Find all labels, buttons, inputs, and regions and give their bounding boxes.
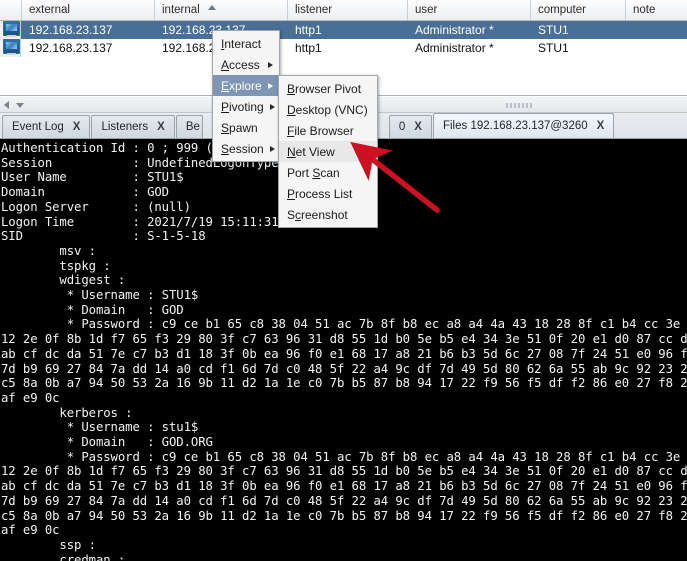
- cell-user: Administrator *: [415, 23, 494, 37]
- explore-submenu[interactable]: Browser Pivot Desktop (VNC) File Browser…: [278, 75, 378, 228]
- sort-ascending-icon: [207, 5, 216, 10]
- menu-item-file-browser[interactable]: File Browser: [279, 120, 377, 141]
- menu-item-browser-pivot[interactable]: Browser Pivot: [279, 78, 377, 99]
- menu-item-interact[interactable]: Interact: [213, 33, 279, 54]
- cell-listener: http1: [295, 41, 322, 55]
- menu-item-label: Screenshot: [287, 207, 348, 222]
- menu-item-label: Net View: [287, 144, 335, 159]
- menu-item-label: Access: [221, 57, 260, 72]
- menu-item-port-scan[interactable]: Port Scan: [279, 162, 377, 183]
- menu-item-label: Interact: [221, 36, 262, 51]
- cell-external: 192.168.23.137: [29, 41, 113, 55]
- tab-label: 0: [398, 121, 406, 133]
- beacon-computer-icon: [3, 21, 20, 37]
- cobalt-strike-window: external internal listener user computer…: [0, 0, 687, 561]
- menu-item-access[interactable]: Access: [213, 54, 279, 75]
- beacon-context-menu[interactable]: Interact Access Explore Pivoting Spawn S…: [212, 30, 280, 162]
- menu-item-desktop-vnc[interactable]: Desktop (VNC): [279, 99, 377, 120]
- cell-external: 192.168.23.137: [29, 23, 113, 37]
- chevron-right-icon: [268, 61, 273, 68]
- table-row[interactable]: 192.168.23.137 192.168.23.137 http1 Admi…: [0, 39, 687, 57]
- splitter-grip-icon[interactable]: [506, 103, 532, 108]
- close-icon[interactable]: X: [157, 121, 165, 133]
- chevron-right-icon: [268, 82, 273, 89]
- tab-label: Event Log: [12, 121, 64, 133]
- column-header-note[interactable]: note: [626, 0, 687, 20]
- close-icon[interactable]: X: [414, 121, 422, 133]
- table-header-gutter: [0, 0, 22, 20]
- column-header-user[interactable]: user: [408, 0, 531, 20]
- menu-item-label: Spawn: [221, 120, 258, 135]
- chevron-right-icon: [269, 145, 275, 152]
- column-header-external[interactable]: external: [22, 0, 155, 20]
- close-icon[interactable]: X: [597, 120, 605, 132]
- tab-label: Be: [185, 121, 200, 133]
- column-header-computer[interactable]: computer: [531, 0, 626, 20]
- collapse-down-icon[interactable]: [16, 102, 24, 108]
- column-header-internal-label: internal: [162, 4, 200, 16]
- cell-user: Administrator *: [415, 41, 494, 55]
- tab-files[interactable]: Files 192.168.23.137@3260 X: [432, 113, 615, 138]
- collapse-left-icon[interactable]: [4, 101, 9, 109]
- table-row[interactable]: 192.168.23.137 192.168.23.137 http1 Admi…: [0, 21, 687, 39]
- cell-listener: http1: [295, 23, 322, 37]
- menu-item-label: Desktop (VNC): [287, 102, 368, 117]
- close-icon[interactable]: X: [73, 121, 81, 133]
- menu-item-label: Session: [221, 141, 264, 156]
- menu-item-explore[interactable]: Explore: [213, 75, 279, 96]
- menu-item-label: Browser Pivot: [287, 81, 362, 96]
- column-header-listener[interactable]: listener: [288, 0, 408, 20]
- tab-label: Files 192.168.23.137@3260: [442, 120, 588, 132]
- tab-listeners[interactable]: Listeners X: [91, 115, 175, 138]
- menu-item-session[interactable]: Session: [213, 138, 279, 159]
- beacon-computer-icon: [3, 39, 20, 55]
- tab-event-log[interactable]: Event Log X: [2, 115, 91, 138]
- table-header-row: external internal listener user computer…: [0, 0, 687, 21]
- menu-item-process-list[interactable]: Process List: [279, 183, 377, 204]
- tab-beacon[interactable]: Be: [175, 115, 203, 138]
- tab-label: Listeners: [101, 121, 149, 133]
- cell-computer: STU1: [538, 23, 569, 37]
- menu-item-spawn[interactable]: Spawn: [213, 117, 279, 138]
- cell-computer: STU1: [538, 41, 569, 55]
- menu-item-label: File Browser: [287, 123, 354, 138]
- menu-item-net-view[interactable]: Net View: [279, 141, 377, 162]
- chevron-right-icon: [269, 103, 275, 110]
- menu-item-label: Process List: [287, 186, 353, 201]
- menu-item-label: Pivoting: [221, 99, 264, 114]
- splitter-collapse-controls[interactable]: [4, 101, 24, 109]
- menu-item-label: Port Scan: [287, 165, 340, 180]
- menu-item-pivoting[interactable]: Pivoting: [213, 96, 279, 117]
- menu-item-label: Explore: [221, 78, 262, 93]
- menu-item-screenshot[interactable]: Screenshot: [279, 204, 377, 225]
- column-header-internal[interactable]: internal: [155, 0, 288, 20]
- tab-partially-hidden[interactable]: 0 X: [388, 115, 432, 138]
